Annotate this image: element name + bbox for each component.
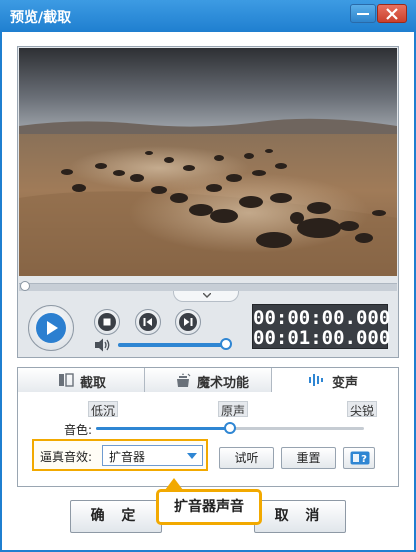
window-title: 预览/截取 [10,10,72,26]
help-icon: ? [350,451,370,465]
stop-icon [98,313,116,331]
chevron-down-icon [203,293,211,298]
tab-crop[interactable]: 截取 [18,368,145,392]
tab-panel: 截取 魔术功能 变声 低沉 原声 尖锐 音色: 逼真音效: 扩音器 试听 重置 … [17,367,399,487]
video-preview[interactable] [19,48,397,276]
play-icon [36,313,66,343]
pitch-low-label: 低沉 [88,401,119,418]
timbre-label: 音色: [64,423,93,437]
progress-timeline[interactable] [19,281,397,291]
close-button[interactable] [377,4,407,23]
progress-handle[interactable] [20,281,30,291]
stop-button[interactable] [94,309,120,335]
close-icon [386,7,398,20]
effect-dropdown[interactable]: 扩音器 [102,445,203,466]
tab-magic[interactable]: 魔术功能 [145,368,272,392]
timbre-handle[interactable] [224,422,236,434]
volume-slider[interactable] [118,338,232,350]
effect-label: 逼真音效: [40,450,93,464]
current-time: 00:00:00.000 [253,307,391,329]
pitch-original-label: 原声 [218,401,249,418]
effect-selected-value: 扩音器 [109,450,146,464]
video-frame [19,48,397,276]
title-bar: 预览/截取 [0,0,416,32]
timbre-fill [96,427,230,430]
play-button[interactable] [28,305,74,351]
player-panel: 00:00:00.000 00:01:00.000 [17,46,399,358]
timbre-slider[interactable] [96,422,364,434]
dropdown-arrow-icon [187,453,197,459]
next-frame-button[interactable] [175,309,201,335]
svg-text:?: ? [361,454,367,465]
volume-fill [118,343,226,347]
help-button[interactable]: ? [343,447,375,469]
cancel-button[interactable]: 取 消 [254,500,346,533]
pitch-high-label: 尖锐 [347,401,378,418]
magic-icon [177,373,191,387]
tab-magic-label: 魔术功能 [197,376,250,391]
tab-voice-change-label: 变声 [332,376,359,391]
volume-handle[interactable] [220,338,232,350]
preview-listen-button[interactable]: 试听 [219,447,274,469]
step-backward-icon [139,313,157,331]
crop-icon [59,373,74,387]
reset-button[interactable]: 重置 [281,447,336,469]
total-time: 00:01:00.000 [253,327,391,349]
step-forward-icon [179,313,197,331]
tab-crop-label: 截取 [80,376,107,391]
tab-voice-change[interactable]: 变声 [272,368,398,393]
waveform-icon [309,374,323,386]
effect-highlight: 逼真音效: 扩音器 [32,439,208,471]
minimize-button[interactable] [350,4,376,23]
minus-icon [357,12,369,15]
volume-icon[interactable] [94,338,112,352]
ok-button[interactable]: 确 定 [70,500,162,533]
tab-bar: 截取 魔术功能 变声 [18,368,398,393]
timecode-display: 00:00:00.000 00:01:00.000 [252,304,391,349]
previous-frame-button[interactable] [135,309,161,335]
effect-tooltip: 扩音器声音 [156,489,262,525]
window-border-left [0,32,2,552]
collapse-toggle[interactable] [173,291,239,302]
